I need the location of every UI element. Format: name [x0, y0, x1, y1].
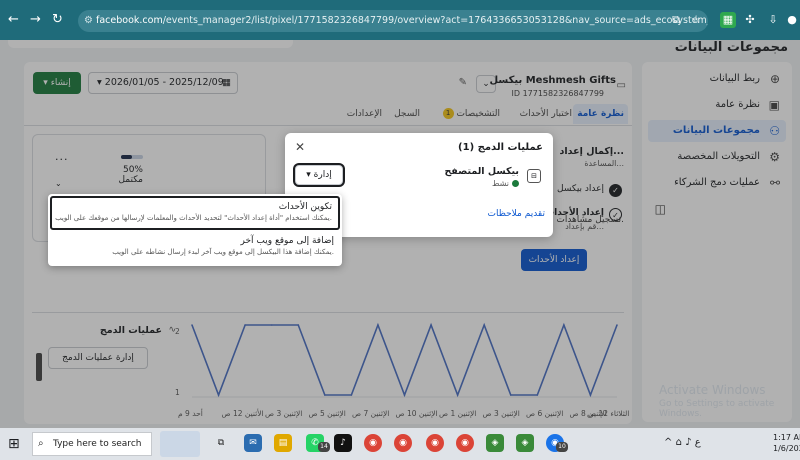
outlook-icon[interactable]: ✉ — [244, 434, 262, 452]
windows-taskbar: ⊞ ⌕ Type here to search ⧉ ✉ ▤ ✆ 14 ♪ ◉ ◉ … — [0, 428, 800, 460]
taskbar-clock[interactable]: 1:17 AM 1/6/2026 — [773, 432, 800, 454]
address-bar[interactable]: ⚙ facebook.com/events_manager2/list/pixel… — [78, 10, 708, 32]
menu-item-configure-events[interactable]: تكوين الأحداث يمكنك استخدام "أداة إعداد … — [50, 196, 340, 230]
dialog-title: عمليات الدمج (1) — [458, 142, 543, 153]
back-icon[interactable]: ← — [8, 13, 19, 27]
file-explorer-icon[interactable]: ▤ — [274, 434, 292, 452]
download-icon[interactable]: ⇩ — [765, 12, 781, 28]
bookmark-star-icon[interactable]: ☆ — [688, 12, 704, 28]
volume-icon[interactable]: ♪ — [685, 437, 691, 448]
extensions-puzzle-icon[interactable]: ✣ — [742, 12, 758, 28]
integration-name: بيكسل المتصفح — [444, 166, 519, 177]
reload-icon[interactable]: ↻ — [52, 13, 63, 27]
taskbar-search[interactable]: ⌕ Type here to search — [32, 432, 152, 456]
chrome-icon[interactable]: ◉ — [426, 434, 444, 452]
news-widget[interactable] — [160, 431, 200, 457]
forward-icon[interactable]: → — [30, 13, 41, 27]
profile-icon[interactable]: ● — [784, 12, 800, 28]
browser-toolbar: ← → ↻ ⚙ facebook.com/events_manager2/list… — [0, 0, 800, 40]
site-info-icon[interactable]: ⚙ — [84, 10, 93, 32]
manage-dropdown-menu: تكوين الأحداث يمكنك استخدام "أداة إعداد … — [48, 194, 342, 266]
system-tray: ^ ⌂ ♪ ع — [664, 437, 701, 448]
manage-dropdown-button[interactable]: ▾ إدارة — [295, 165, 343, 185]
menu-item-add-to-website[interactable]: إضافة إلى موقع ويب آخر يمكنك إضافة هذا ا… — [50, 232, 340, 266]
language-icon[interactable]: ع — [695, 437, 701, 448]
feedback-link[interactable]: تقديم ملاحظات — [488, 209, 546, 219]
whatsapp-badge: 14 — [318, 442, 330, 452]
app-icon[interactable]: ◈ — [486, 434, 504, 452]
app-icon[interactable]: ◈ — [516, 434, 534, 452]
cast-icon[interactable]: ⧉ — [668, 12, 684, 28]
extension-icon[interactable]: ▦ — [720, 12, 736, 28]
browser-icon: ⊟ — [527, 169, 541, 183]
search-icon: ⌕ — [38, 438, 44, 449]
close-icon[interactable]: ✕ — [295, 140, 305, 154]
status-dot — [512, 180, 519, 187]
chrome-icon[interactable]: ◉ — [456, 434, 474, 452]
tiktok-icon[interactable]: ♪ — [334, 434, 352, 452]
network-icon[interactable]: ⌂ — [676, 437, 682, 448]
windows-activation-watermark: Activate Windows Go to Settings to activ… — [659, 383, 775, 419]
windows-start-icon[interactable]: ⊞ — [8, 436, 20, 452]
task-view-icon[interactable]: ⧉ — [212, 434, 230, 452]
status-badge: نشط — [492, 179, 519, 188]
chevron-up-icon[interactable]: ^ — [664, 437, 672, 448]
chrome-icon[interactable]: ◉ — [394, 434, 412, 452]
chrome-badge: 10 — [556, 442, 568, 452]
chrome-icon[interactable]: ◉ — [364, 434, 382, 452]
